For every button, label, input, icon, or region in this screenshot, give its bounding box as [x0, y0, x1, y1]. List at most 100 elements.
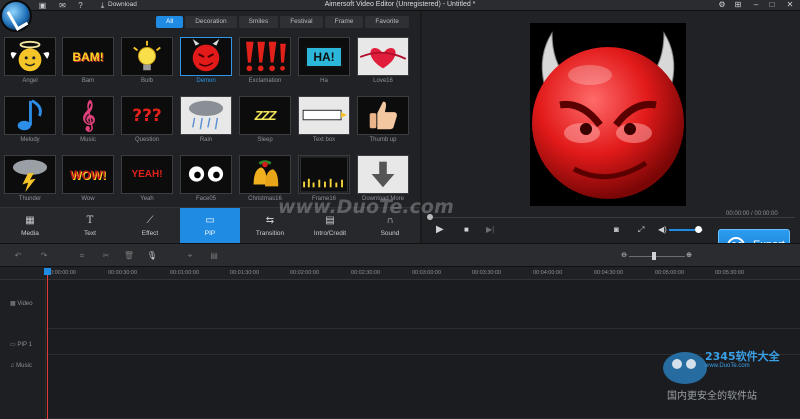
- volume-handle[interactable]: [694, 226, 702, 233]
- ha-icon: HA!: [299, 38, 349, 75]
- corner-watermark: 2345软件大全 www.DuoTe.com 国内更安全的软件站: [655, 342, 800, 419]
- category-media[interactable]: ▦ Media: [0, 208, 60, 244]
- tab-festival[interactable]: Festival: [280, 16, 323, 28]
- ruler-tick-label: 00:02:00:00: [290, 270, 320, 276]
- love-icon: [359, 48, 407, 69]
- tile-thumb-up[interactable]: [357, 96, 409, 135]
- demon-icon: [192, 38, 220, 72]
- zoom-slider[interactable]: [629, 252, 685, 260]
- playhead-handle[interactable]: [44, 268, 51, 275]
- ruler-tick-label: 00:03:30:00: [472, 270, 502, 276]
- redo-icon[interactable]: ↷: [38, 250, 50, 262]
- tab-favorite[interactable]: Favorite: [365, 16, 409, 28]
- zoom-in-icon[interactable]: ⊕: [683, 250, 695, 262]
- tile-melody[interactable]: [4, 96, 56, 135]
- tile-love16[interactable]: [357, 37, 409, 76]
- stop-icon[interactable]: ■: [464, 223, 469, 237]
- tile-label: Face05: [195, 196, 216, 202]
- tile-christmas16[interactable]: [239, 155, 291, 194]
- maximize-icon[interactable]: □: [764, 0, 780, 10]
- next-frame-icon[interactable]: ▶|: [486, 223, 494, 237]
- bam-icon: BAM!: [72, 49, 104, 64]
- tile-music[interactable]: 𝄞: [62, 96, 114, 135]
- delete-icon[interactable]: 🗑: [123, 250, 135, 262]
- tile-label: Thunder: [18, 196, 42, 202]
- tile-yeah[interactable]: YEAH!: [121, 155, 173, 194]
- volume-slider[interactable]: [669, 226, 703, 233]
- tile-label: Sleep: [257, 137, 273, 143]
- tile-label: Wow: [81, 196, 95, 202]
- tile-label: Yeah: [140, 196, 154, 202]
- transition-icon: ⇆: [265, 215, 275, 226]
- tile-label: Music: [80, 137, 96, 143]
- face-icon: [188, 166, 224, 182]
- cart-icon[interactable]: ⊞: [730, 0, 746, 10]
- tile-sleep[interactable]: ZZZ: [239, 96, 291, 135]
- text-icon: T: [86, 215, 94, 226]
- tile-text-box[interactable]: [298, 96, 350, 135]
- tile-label: Exclamation: [248, 78, 282, 84]
- ruler-tick-label: 00:02:30:00: [351, 270, 381, 276]
- tile-download-more[interactable]: [357, 155, 409, 194]
- tab-decoration[interactable]: Decoration: [185, 16, 237, 28]
- play-icon[interactable]: ▶: [436, 223, 444, 237]
- crop-icon[interactable]: ⌗: [76, 250, 88, 262]
- film-icon: ▦: [25, 215, 35, 226]
- app-logo: [0, 0, 32, 32]
- tile-face05[interactable]: [180, 155, 232, 194]
- time-readout: 00:00:00 / 00:00:00: [726, 211, 778, 217]
- minimize-icon[interactable]: –: [748, 0, 764, 10]
- tile-label: Demon: [196, 78, 216, 84]
- tile-label: Angel: [22, 78, 38, 84]
- tile-label: Ha: [320, 78, 328, 84]
- subtitle-icon[interactable]: ▤: [208, 250, 220, 262]
- tab-frame[interactable]: Frame: [324, 16, 364, 28]
- tile-label: Question: [134, 137, 159, 143]
- microphone-icon[interactable]: 🎙: [146, 250, 158, 262]
- tile-label: Bulb: [140, 78, 153, 84]
- brand-url: www.DuoTe.com: [705, 363, 750, 369]
- zoom-handle[interactable]: [652, 252, 657, 260]
- tile-demon[interactable]: [180, 37, 232, 76]
- tile-ha[interactable]: HA!: [298, 37, 350, 76]
- tile-bam[interactable]: BAM!: [62, 37, 114, 76]
- fullscreen-icon[interactable]: ⤢: [638, 223, 644, 237]
- tab-smiles[interactable]: Smiles: [238, 16, 279, 28]
- category-effect[interactable]: ⟋ Effect: [120, 208, 180, 244]
- tile-frame16[interactable]: [298, 155, 350, 194]
- yeah-icon: YEAH!: [131, 169, 163, 180]
- tile-exclamation[interactable]: [239, 37, 291, 76]
- wand-icon: ⟋: [146, 215, 154, 226]
- ruler-tick-label: 0:00:00:00: [50, 270, 76, 276]
- category-label: Intro/Credit: [313, 230, 347, 237]
- gear-icon[interactable]: ⚙: [714, 0, 730, 10]
- tile-question[interactable]: ???: [121, 96, 173, 135]
- snapshot-icon[interactable]: ◙: [614, 223, 619, 237]
- undo-icon[interactable]: ↶: [12, 250, 24, 262]
- timeline-ruler[interactable]: 0:00:00:00 00:00:30:00 00:01:00:00 00:01:30…: [0, 267, 800, 280]
- tile-label: Rain: [199, 137, 213, 143]
- tile-wow[interactable]: WOW!: [62, 155, 114, 194]
- video-track[interactable]: [0, 281, 800, 329]
- category-pip[interactable]: ▭ PIP: [180, 208, 240, 244]
- close-icon[interactable]: ✕: [782, 0, 798, 10]
- exclamation-icon: [246, 41, 286, 72]
- preview-scrubber[interactable]: [427, 214, 795, 220]
- textbox-icon: [302, 109, 347, 121]
- category-text[interactable]: T Text: [60, 208, 120, 244]
- volume-icon[interactable]: ◀): [658, 223, 667, 237]
- ruler-tick-label: 00:04:00:00: [533, 270, 563, 276]
- cut-icon[interactable]: ✂: [100, 250, 112, 262]
- detect-scene-icon[interactable]: ⌖: [184, 250, 196, 262]
- tab-all[interactable]: All: [156, 16, 184, 28]
- ruler-tick-label: 00:05:30:00: [715, 270, 745, 276]
- tile-rain[interactable]: [180, 96, 232, 135]
- tile-thunder[interactable]: [4, 155, 56, 194]
- brand-slogan: 国内更安全的软件站: [667, 391, 757, 402]
- track-label-video: ▦ Video: [10, 301, 33, 307]
- playhead[interactable]: [47, 268, 48, 419]
- music-icon: 𝄞: [80, 100, 96, 131]
- thunder-icon: [12, 159, 48, 193]
- tile-bulb[interactable]: [121, 37, 173, 76]
- tile-angel[interactable]: [4, 37, 56, 76]
